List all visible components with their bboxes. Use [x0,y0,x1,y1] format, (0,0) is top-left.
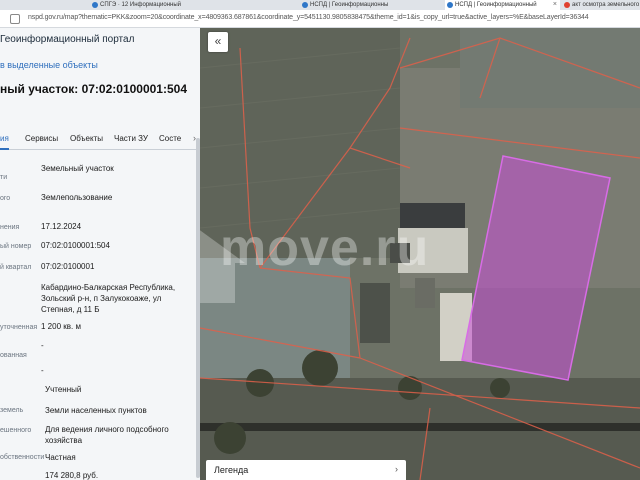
field-label: ый номер [0,243,32,250]
browser-tab[interactable]: акт осмотра земельного [562,0,640,10]
field-label: ти [0,174,8,181]
tab-objects[interactable]: Объекты [70,134,103,143]
field-label: обственности [0,454,45,461]
tab-favicon-icon [92,2,98,8]
url-text[interactable]: nspd.gov.ru/map?thematic=PKK&zoom=20&coo… [28,14,589,21]
tab-favicon-icon [564,2,570,8]
tab-label: НСПД | Геоинформационны [310,2,389,8]
field-value: 07:02:0100001 [41,262,95,271]
tab-favicon-icon [447,2,453,8]
selected-objects-link[interactable]: в выделенные объекты [0,60,98,70]
field-label: ованная [0,352,27,359]
field-label: нения [0,224,20,231]
field-value: Земельный участок [41,164,114,173]
close-tab-icon[interactable]: × [553,0,557,10]
field-label: уточненная [0,324,38,331]
tab-label: СПГЭ · 12 Информационный [100,2,181,8]
tab-favicon-icon [302,2,308,8]
field-value: 07:02:0100001:504 [41,241,110,250]
field-value: - [41,366,44,375]
field-label: ого [0,195,11,202]
field-value: - [41,341,44,350]
permitted-use-value: Для ведения личного подсобного хозяйства [45,425,169,445]
site-info-icon[interactable] [10,14,20,24]
chevron-right-icon: › [395,464,398,474]
info-panel: Геоинформационный портал в выделенные об… [0,28,200,480]
tab-services[interactable]: Сервисы [25,134,58,143]
address-value: Кабардино-Балкарская Республика, Зольски… [41,283,176,314]
field-value: Землепользование [41,193,113,202]
ownership-value: Частная [45,453,76,462]
browser-tab-active[interactable]: НСПД | Геоинформационный × [445,0,560,10]
panel-tabs: ия Сервисы Объекты Части ЗУ Состе › [0,128,200,150]
status-value: Учтенный [45,385,82,394]
tab-info[interactable]: ия [0,134,9,150]
screen: СПГЭ · 12 Информационный НСПД | Геоинфор… [0,0,640,480]
field-label: земель [0,407,24,414]
area-value: 1 200 кв. м [41,322,81,331]
cadastral-value: 174 280,8 руб. [45,471,99,480]
legend-label: Легенда [214,465,249,475]
legend-bar[interactable]: Легенда › [206,460,406,480]
browser-tab[interactable]: НСПД | Геоинформационны [300,0,440,10]
tab-more[interactable]: Состе [159,134,181,143]
plot-title: ный участок: 07:02:0100001:504 [0,82,188,96]
tab-label: акт осмотра земельного [572,2,640,8]
field-label: й квартал [0,264,32,271]
address-bar[interactable]: nspd.gov.ru/map?thematic=PKK&zoom=20&coo… [0,10,640,28]
tab-label: НСПД | Геоинформационный [455,2,537,8]
field-label: ешенного [0,427,32,434]
collapse-panel-button[interactable]: « [208,32,228,52]
browser-tab-bar: СПГЭ · 12 Информационный НСПД | Геоинфор… [0,0,640,10]
land-category-value: Земли населенных пунктов [45,406,147,415]
browser-tab[interactable]: СПГЭ · 12 Информационный [90,0,230,10]
portal-title: Геоинформационный портал [0,34,135,45]
map-view[interactable]: move.ru « Легенда › [200,28,640,480]
tab-parts[interactable]: Части ЗУ [114,134,148,143]
watermark-text: move.ru [220,219,430,277]
field-value: 17.12.2024 [41,222,82,231]
